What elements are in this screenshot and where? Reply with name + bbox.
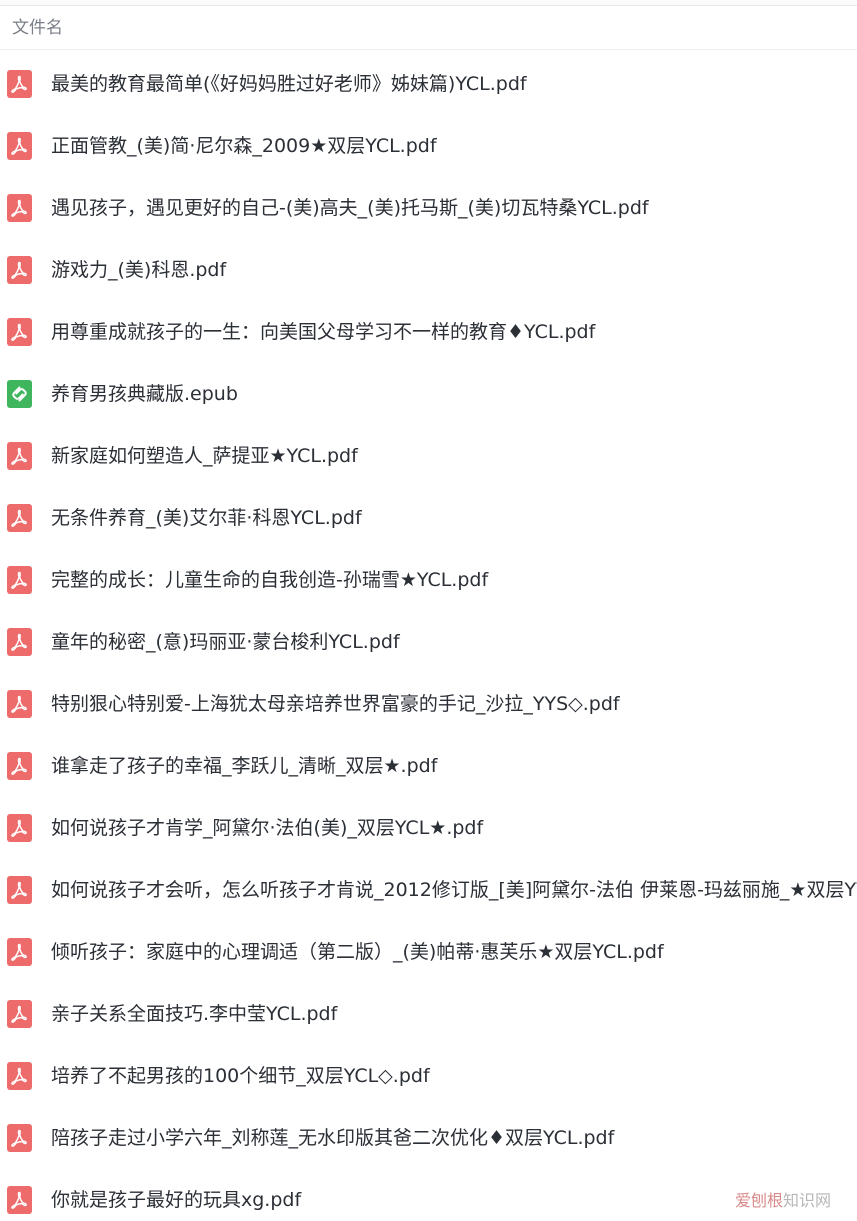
file-row[interactable]: 特别狠心特别爱-上海犹太母亲培养世界富豪的手记_沙拉_YYS◇.pdf (0, 673, 857, 735)
file-row[interactable]: 正面管教_(美)简·尼尔森_2009★双层YCL.pdf (0, 115, 857, 177)
file-name[interactable]: 遇见孩子，遇见更好的自己-(美)高夫_(美)托马斯_(美)切瓦特桑YCL.pdf (51, 196, 649, 220)
pdf-file-icon (7, 1062, 32, 1090)
file-row[interactable]: 你就是孩子最好的玩具xg.pdf (0, 1169, 857, 1221)
file-name[interactable]: 倾听孩子：家庭中的心理调适（第二版）_(美)帕蒂·惠芙乐★双层YCL.pdf (51, 940, 664, 964)
file-list-header: 文件名 (0, 6, 857, 50)
pdf-file-icon (7, 1000, 32, 1028)
pdf-file-icon (7, 814, 32, 842)
file-name[interactable]: 陪孩子走过小学六年_刘称莲_无水印版其爸二次优化♦双层YCL.pdf (51, 1126, 614, 1150)
file-row[interactable]: 遇见孩子，遇见更好的自己-(美)高夫_(美)托马斯_(美)切瓦特桑YCL.pdf (0, 177, 857, 239)
pdf-file-icon (7, 938, 32, 966)
file-row[interactable]: 无条件养育_(美)艾尔菲·科恩YCL.pdf (0, 487, 857, 549)
pdf-file-icon (7, 690, 32, 718)
file-row[interactable]: 谁拿走了孩子的幸福_李跃儿_清晰_双层★.pdf (0, 735, 857, 797)
file-row[interactable]: 最美的教育最简单(《好妈妈胜过好老师》姊妹篇)YCL.pdf (0, 53, 857, 115)
file-row[interactable]: 用尊重成就孩子的一生：向美国父母学习不一样的教育♦YCL.pdf (0, 301, 857, 363)
file-row[interactable]: 倾听孩子：家庭中的心理调适（第二版）_(美)帕蒂·惠芙乐★双层YCL.pdf (0, 921, 857, 983)
file-name[interactable]: 亲子关系全面技巧.李中莹YCL.pdf (51, 1002, 337, 1026)
pdf-file-icon (7, 628, 32, 656)
file-row[interactable]: 童年的秘密_(意)玛丽亚·蒙台梭利YCL.pdf (0, 611, 857, 673)
file-list: 最美的教育最简单(《好妈妈胜过好老师》姊妹篇)YCL.pdf 正面管教_(美)简… (0, 53, 857, 1221)
pdf-file-icon (7, 566, 32, 594)
file-row[interactable]: 新家庭如何塑造人_萨提亚★YCL.pdf (0, 425, 857, 487)
file-row[interactable]: 养育男孩典藏版.epub (0, 363, 857, 425)
pdf-file-icon (7, 504, 32, 532)
pdf-file-icon (7, 876, 32, 904)
file-row[interactable]: 完整的成长：儿童生命的自我创造-孙瑞雪★YCL.pdf (0, 549, 857, 611)
file-row[interactable]: 游戏力_(美)科恩.pdf (0, 239, 857, 301)
file-name[interactable]: 游戏力_(美)科恩.pdf (51, 258, 226, 282)
pdf-file-icon (7, 752, 32, 780)
file-row[interactable]: 如何说孩子才肯学_阿黛尔·法伯(美)_双层YCL★.pdf (0, 797, 857, 859)
pdf-file-icon (7, 70, 32, 98)
file-name[interactable]: 正面管教_(美)简·尼尔森_2009★双层YCL.pdf (51, 134, 437, 158)
pdf-file-icon (7, 442, 32, 470)
pdf-file-icon (7, 318, 32, 346)
file-name[interactable]: 特别狠心特别爱-上海犹太母亲培养世界富豪的手记_沙拉_YYS◇.pdf (51, 692, 620, 716)
file-name[interactable]: 养育男孩典藏版.epub (51, 382, 238, 406)
file-name[interactable]: 完整的成长：儿童生命的自我创造-孙瑞雪★YCL.pdf (51, 568, 488, 592)
file-name[interactable]: 新家庭如何塑造人_萨提亚★YCL.pdf (51, 444, 358, 468)
watermark-brand: 爱刨根 (734, 1191, 783, 1210)
pdf-file-icon (7, 256, 32, 284)
pdf-file-icon (7, 1124, 32, 1152)
file-name[interactable]: 无条件养育_(美)艾尔菲·科恩YCL.pdf (51, 506, 362, 530)
file-browser: 文件名 最美的教育最简单(《好妈妈胜过好老师》姊妹篇)YCL.pdf 正面管教_… (0, 0, 857, 1221)
pdf-file-icon (7, 132, 32, 160)
file-name[interactable]: 如何说孩子才会听，怎么听孩子才肯说_2012修订版_[美]阿黛尔-法伯 伊莱恩-… (51, 878, 857, 902)
file-name[interactable]: 童年的秘密_(意)玛丽亚·蒙台梭利YCL.pdf (51, 630, 400, 654)
file-name[interactable]: 培养了不起男孩的100个细节_双层YCL◇.pdf (51, 1064, 430, 1088)
file-row[interactable]: 如何说孩子才会听，怎么听孩子才肯说_2012修订版_[美]阿黛尔-法伯 伊莱恩-… (0, 859, 857, 921)
pdf-file-icon (7, 1186, 32, 1214)
file-row[interactable]: 培养了不起男孩的100个细节_双层YCL◇.pdf (0, 1045, 857, 1107)
file-row[interactable]: 亲子关系全面技巧.李中莹YCL.pdf (0, 983, 857, 1045)
pdf-file-icon (7, 194, 32, 222)
file-name[interactable]: 用尊重成就孩子的一生：向美国父母学习不一样的教育♦YCL.pdf (51, 320, 595, 344)
file-row[interactable]: 陪孩子走过小学六年_刘称莲_无水印版其爸二次优化♦双层YCL.pdf (0, 1107, 857, 1169)
file-name[interactable]: 最美的教育最简单(《好妈妈胜过好老师》姊妹篇)YCL.pdf (51, 72, 527, 96)
file-name[interactable]: 你就是孩子最好的玩具xg.pdf (51, 1188, 301, 1212)
file-name[interactable]: 谁拿走了孩子的幸福_李跃儿_清晰_双层★.pdf (51, 754, 437, 778)
watermark: 爱刨根知识网 (732, 1191, 833, 1211)
file-name[interactable]: 如何说孩子才肯学_阿黛尔·法伯(美)_双层YCL★.pdf (51, 816, 483, 840)
epub-file-icon (7, 380, 32, 408)
filename-column-header[interactable]: 文件名 (12, 17, 63, 39)
watermark-suffix: 知识网 (782, 1191, 831, 1210)
